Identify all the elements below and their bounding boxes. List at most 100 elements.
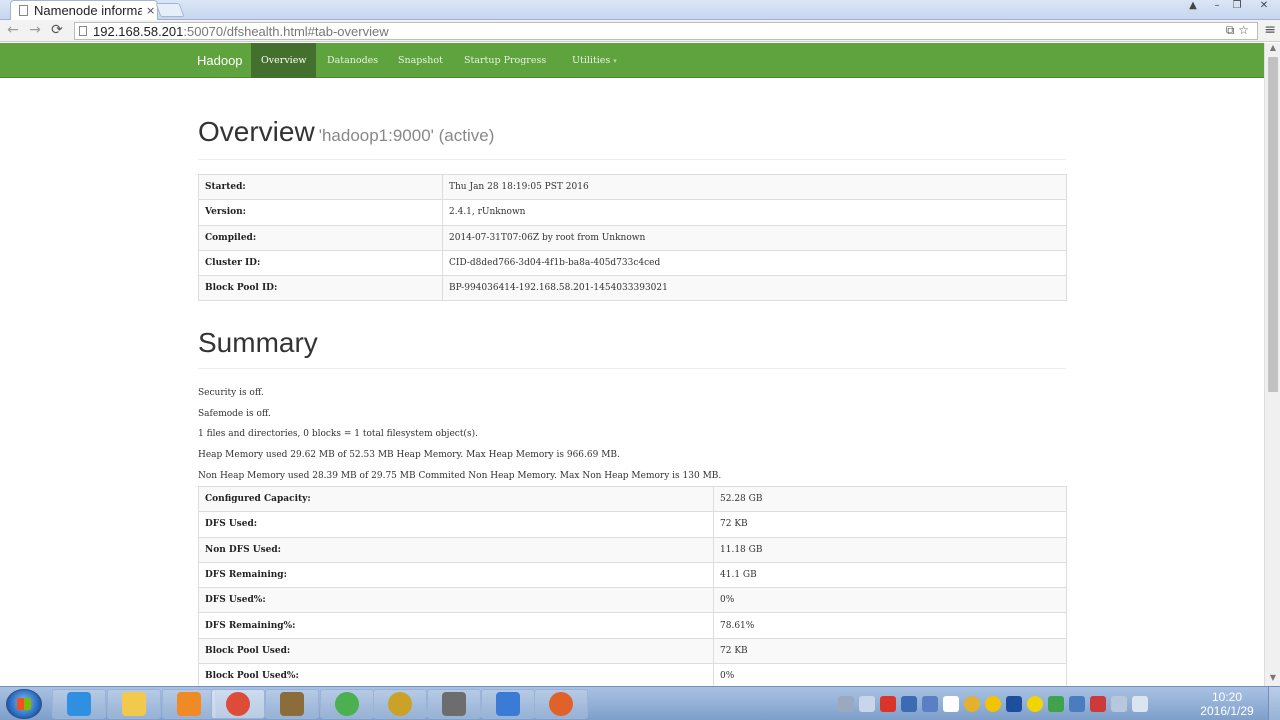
summary-text: Security is off. Safemode is off. 1 file… (198, 383, 721, 486)
overview-subtitle: 'hadoop1:9000' (active) (318, 126, 495, 145)
taskbar-app[interactable] (427, 689, 481, 719)
browser-tab[interactable]: Namenode informa × (10, 0, 158, 20)
taskbar-app[interactable] (211, 689, 265, 719)
taskbar-app[interactable] (52, 689, 106, 719)
nav-datanodes[interactable]: Datanodes (317, 43, 388, 78)
signal-icon[interactable] (1132, 696, 1148, 712)
system-clock[interactable]: 10:20 2016/1/29 (1196, 690, 1258, 718)
table-row: Compiled: 2014-07-31T07:06Z by root from … (198, 224, 1067, 251)
summary-table: Configured Capacity: 52.28 GB DFS Used: 72… (198, 485, 1067, 686)
row-value: 41.1 GB (713, 561, 1067, 589)
taskbar-app[interactable] (320, 689, 374, 719)
vertical-scrollbar[interactable]: ▲ ▼ (1264, 43, 1280, 686)
safemode-status: Safemode is off. (198, 408, 271, 419)
table-row: DFS Used: 72 KB (198, 511, 1067, 538)
taskbar-app[interactable] (534, 689, 588, 719)
browser-toolbar: ← → ⟳ 192.168.58.201:50070/dfshealth.htm… (0, 20, 1280, 42)
table-row: Block Pool ID: BP-994036414-192.168.58.20… (198, 275, 1067, 302)
windows-icon[interactable] (943, 696, 959, 712)
nav-utilities[interactable]: Utilities ▾ (562, 43, 627, 78)
divider (198, 368, 1066, 369)
network-icon[interactable] (1069, 696, 1085, 712)
table-row: Block Pool Used%: 0% (198, 663, 1067, 686)
windows-logo-icon (17, 698, 31, 710)
bluetooth-icon[interactable] (1006, 696, 1022, 712)
security-status: Security is off. (198, 388, 264, 398)
divider (198, 159, 1066, 160)
overview-table: Started: Thu Jan 28 18:19:05 PST 2016 Ver… (198, 173, 1067, 302)
address-bar[interactable]: 192.168.58.201:50070/dfshealth.html#tab-… (74, 22, 1258, 40)
scroll-up-icon[interactable]: ▲ (1265, 43, 1280, 55)
page-viewport: Hadoop Overview Datanodes Snapshot Start… (0, 43, 1264, 686)
heap-memory: Heap Memory used 29.62 MB of 52.53 MB He… (198, 450, 620, 461)
taskbar-app[interactable] (481, 689, 535, 719)
taskbar-app[interactable] (107, 689, 161, 719)
nav-overview[interactable]: Overview (251, 43, 317, 78)
taskbar-app[interactable] (162, 689, 216, 719)
globe-icon[interactable] (964, 696, 980, 712)
qq-icon[interactable] (985, 696, 1001, 712)
tray-app-icon[interactable] (901, 696, 917, 712)
scroll-down-icon[interactable]: ▼ (1265, 673, 1280, 685)
screen-tool-icon (442, 692, 466, 716)
table-row: Block Pool Used: 72 KB (198, 637, 1067, 665)
taskbar: 10:20 2016/1/29 (0, 686, 1280, 720)
tray-app-icon[interactable] (880, 696, 896, 712)
minimize-button[interactable]: – (1208, 0, 1226, 14)
maximize-button[interactable]: ❐ (1228, 0, 1246, 14)
forward-button[interactable]: → (26, 22, 44, 38)
close-window-button[interactable]: ✕ (1252, 0, 1276, 14)
row-key: Cluster ID: (198, 249, 443, 277)
nav-utilities-label: Utilities (572, 55, 611, 66)
row-value: 72 KB (713, 637, 1067, 665)
reload-button[interactable]: ⟳ (48, 22, 66, 38)
tab-title: Namenode informa (34, 3, 142, 18)
row-key: DFS Remaining%: (198, 612, 714, 639)
row-key: Block Pool ID: (198, 275, 443, 302)
chrome-icon (226, 692, 250, 716)
security-icon[interactable] (1048, 696, 1064, 712)
page-icon (79, 26, 87, 36)
e-app-icon (388, 692, 412, 716)
row-value: 78.61% (713, 612, 1067, 639)
chevron-down-icon: ▾ (613, 57, 617, 65)
table-row: DFS Remaining%: 78.61% (198, 612, 1067, 639)
show-desktop-button[interactable] (1268, 687, 1280, 720)
row-value: 0% (713, 587, 1067, 614)
menu-icon[interactable]: ≡ (1264, 22, 1276, 38)
close-tab-icon[interactable]: × (146, 4, 155, 17)
row-key: Version: (198, 199, 443, 226)
tray-app-icon[interactable] (1090, 696, 1106, 712)
system-tray (838, 691, 1148, 717)
row-value: CID-d8ded766-3d04-4f1b-ba8a-405d733c4ced (442, 249, 1067, 277)
row-key: Configured Capacity: (198, 485, 714, 513)
non-heap-memory: Non Heap Memory used 28.39 MB of 29.75 M… (198, 470, 722, 481)
pen-icon[interactable] (859, 696, 875, 712)
row-value: 52.28 GB (713, 485, 1067, 513)
tray-app-icon[interactable] (1027, 696, 1043, 712)
summary-title: Summary (198, 327, 318, 358)
brand-link[interactable]: Hadoop (197, 43, 243, 78)
table-row: Version: 2.4.1, rUnknown (198, 199, 1067, 226)
row-value: BP-994036414-192.168.58.201-145403339302… (442, 275, 1067, 302)
scrollbar-thumb[interactable] (1268, 57, 1278, 392)
table-row: Cluster ID: CID-d8ded766-3d04-4f1b-ba8a-4… (198, 249, 1067, 277)
translate-bookmark-icons[interactable]: ⧉ ☆ (1226, 23, 1249, 38)
user-icon[interactable]: ▲ (1184, 0, 1202, 14)
row-key: Started: (198, 173, 443, 201)
nav-snapshot[interactable]: Snapshot (388, 43, 453, 78)
row-value: Thu Jan 28 18:19:05 PST 2016 (442, 173, 1067, 201)
start-button[interactable] (6, 689, 42, 719)
row-key: Block Pool Used%: (198, 663, 714, 686)
new-tab-button[interactable] (155, 3, 185, 17)
green-app-icon (335, 692, 359, 716)
taskbar-app[interactable] (373, 689, 427, 719)
row-value: 0% (713, 663, 1067, 686)
keyboard-icon[interactable] (838, 696, 854, 712)
shield-icon[interactable] (922, 696, 938, 712)
volume-icon[interactable] (1111, 696, 1127, 712)
media-player-icon (177, 692, 201, 716)
taskbar-app[interactable] (265, 689, 319, 719)
back-button[interactable]: ← (4, 22, 22, 38)
nav-startup-progress[interactable]: Startup Progress (454, 43, 556, 78)
